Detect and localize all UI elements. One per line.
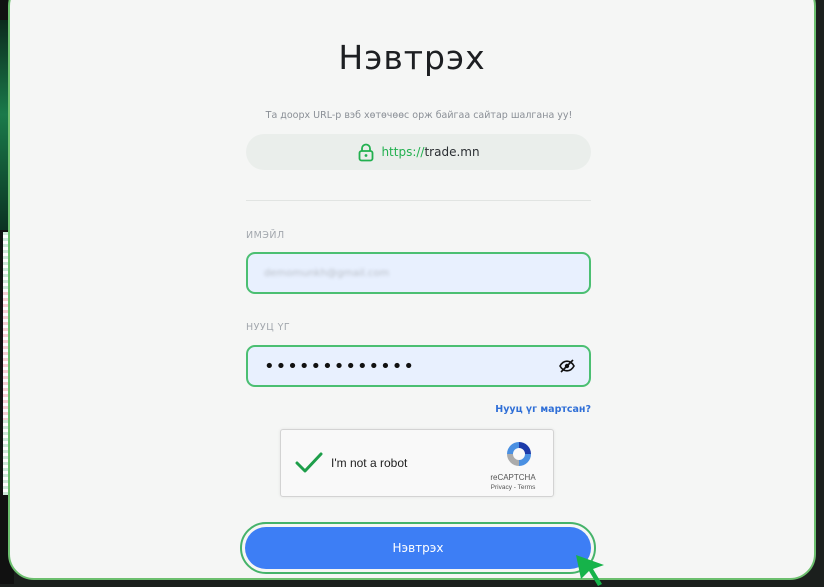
forgot-password-link[interactable]: Нууц үг мартсан?: [246, 404, 591, 415]
recaptcha-brand: reCAPTCHA: [490, 473, 536, 482]
login-button[interactable]: Нэвтрэх: [240, 522, 596, 574]
recaptcha-widget: I'm not a robot reCAPTCHA Privacy - Term…: [280, 429, 554, 497]
url-protocol: https://: [381, 145, 425, 159]
lock-icon: [359, 143, 374, 162]
email-field[interactable]: [246, 252, 591, 294]
password-field[interactable]: [246, 345, 591, 387]
email-input[interactable]: [262, 266, 575, 280]
url-domain: trade.mn: [424, 145, 480, 159]
checkmark-icon[interactable]: [295, 452, 323, 474]
url-check-note: Та доорх URL-р вэб хөтөчөөс орж байгаа с…: [265, 110, 573, 121]
email-label: ИМЭЙЛ: [246, 230, 285, 241]
recaptcha-links[interactable]: Privacy - Terms: [477, 484, 549, 491]
page-title: Нэвтрэх: [338, 38, 486, 77]
recaptcha-logo-icon: [507, 442, 531, 466]
mouse-cursor-icon: [576, 555, 604, 586]
url-verification-pill: https://trade.mn: [246, 134, 591, 170]
password-label: НУУЦ ҮГ: [246, 322, 291, 333]
eye-icon[interactable]: [559, 358, 575, 374]
password-input[interactable]: [262, 354, 559, 378]
captcha-label: I'm not a robot: [331, 456, 408, 470]
divider: [246, 200, 591, 201]
url-text: https://trade.mn: [381, 145, 479, 159]
login-button-label[interactable]: Нэвтрэх: [245, 527, 591, 569]
